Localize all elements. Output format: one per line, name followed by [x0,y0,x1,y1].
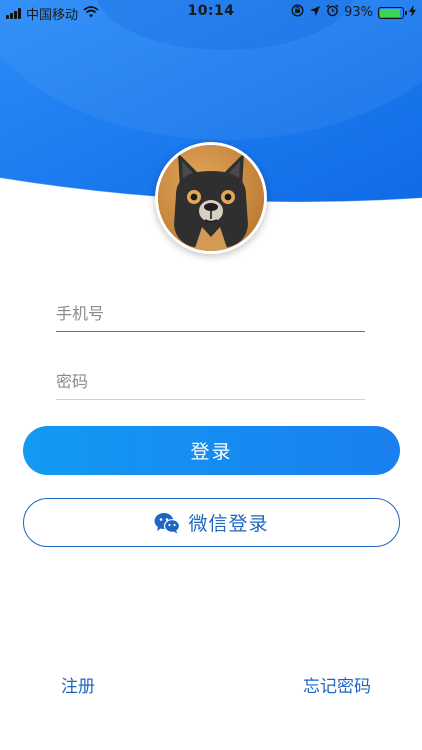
wechat-login-label: 微信登录 [188,513,269,535]
orientation-lock-icon [291,4,304,21]
wechat-login-button[interactable]: 微信登录 [23,498,400,547]
status-bar: 中国移动 10:14 93% [0,0,422,24]
avatar [155,142,267,254]
charging-icon [409,4,416,21]
password-field[interactable] [56,354,365,400]
location-icon [309,5,321,21]
register-link[interactable]: 注册 [61,672,95,697]
login-button[interactable]: 登录 [23,426,400,475]
phone-input[interactable] [56,304,365,323]
battery-percent: 93% [344,5,373,20]
battery-icon [378,6,407,19]
phone-field[interactable] [56,286,365,332]
password-input[interactable] [56,372,365,391]
forgot-password-link[interactable]: 忘记密码 [303,672,371,697]
wechat-icon [154,512,181,534]
alarm-icon [326,4,339,21]
